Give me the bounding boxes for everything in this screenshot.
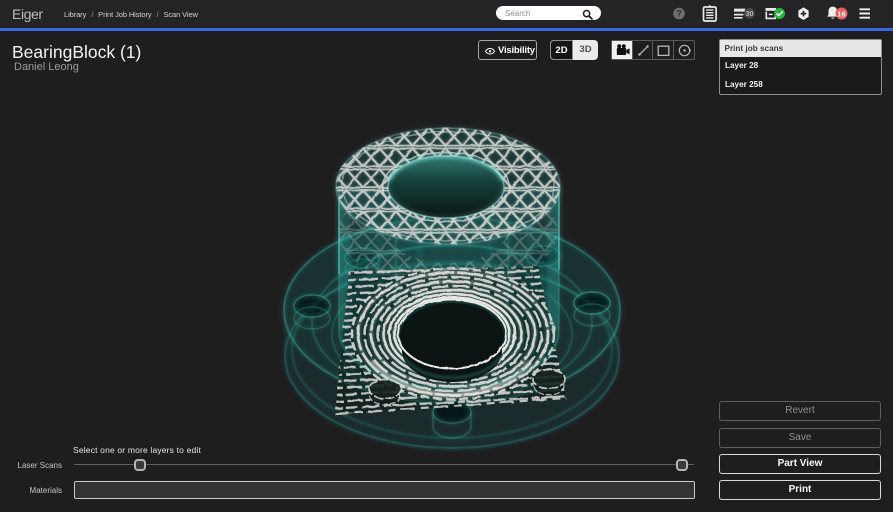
svg-text:?: ? [676,9,682,19]
svg-text:30: 30 [746,11,754,18]
svg-text:16: 16 [837,9,845,18]
